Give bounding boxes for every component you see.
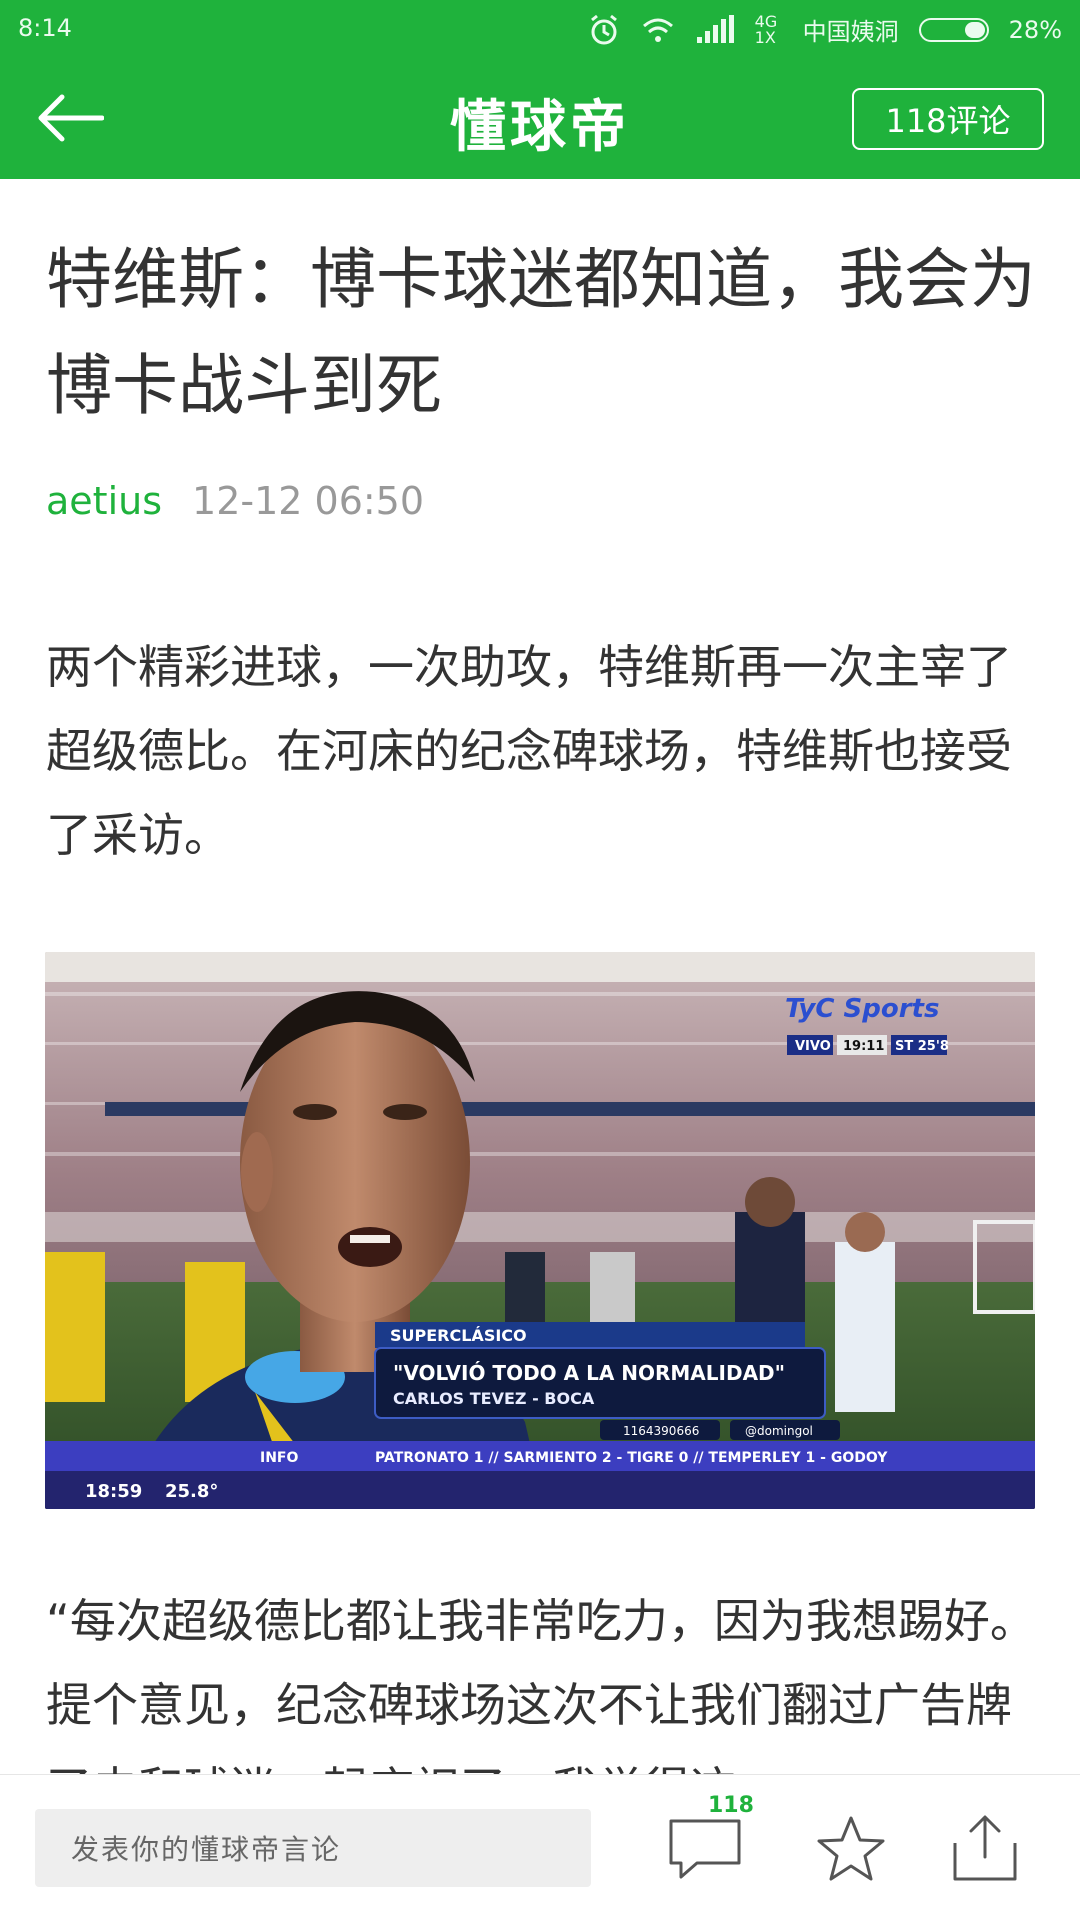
- live-time: 19:11: [843, 1039, 884, 1054]
- comment-input[interactable]: 发表你的懂球帝言论: [35, 1809, 591, 1887]
- overlay-subtitle: CARLOS TEVEZ - BOCA: [393, 1389, 595, 1408]
- share-button[interactable]: [940, 1803, 1030, 1893]
- top-bar: 8:14 4G 1X 中国姨洞 28% 懂球帝 118评论: [0, 0, 1080, 179]
- article-title: 特维斯：博卡球迷都知道，我会为博卡战斗到死: [46, 241, 1036, 424]
- comments-count-button[interactable]: 118评论: [852, 88, 1044, 150]
- ticker-label: INFO: [260, 1450, 298, 1466]
- alarm-icon: [590, 14, 617, 44]
- live-period: ST 25'8: [895, 1039, 949, 1054]
- author-link[interactable]: aetius: [46, 479, 162, 523]
- share-icon: [953, 1815, 1017, 1881]
- article-paragraph: 两个精彩进球，一次助攻，特维斯再一次主宰了超级德比。在河床的纪念碑球场，特维斯也…: [46, 640, 1012, 862]
- overlay-phone: 1164390666: [623, 1424, 699, 1438]
- photo-illustration: SUPERCLÁSICO "VOLVIÓ TODO A LA NORMALIDA…: [45, 952, 1035, 1509]
- star-icon: [817, 1816, 885, 1881]
- battery-icon: [918, 17, 989, 42]
- ticker-text: PATRONATO 1 // SARMIENTO 2 - TIGRE 0 // …: [375, 1450, 888, 1466]
- favorite-button[interactable]: [806, 1803, 896, 1893]
- signal-icon: [696, 14, 734, 43]
- live-label: VIVO: [795, 1039, 831, 1054]
- overlay-twitter: @domingol: [745, 1424, 813, 1438]
- carrier-label: 中国姨洞: [802, 18, 899, 46]
- status-time: 8:14: [18, 14, 72, 42]
- overlay-title: SUPERCLÁSICO: [390, 1326, 527, 1345]
- status-bar: 8:14 4G 1X 中国姨洞 28%: [0, 0, 1080, 58]
- battery-percent: 28%: [1008, 15, 1062, 44]
- article-meta: aetius 12-12 06:50: [46, 479, 424, 523]
- broadcast-temp: 25.8°: [165, 1481, 218, 1502]
- article-content: 特维斯：博卡球迷都知道，我会为博卡战斗到死 aetius 12-12 06:50…: [0, 179, 1080, 1774]
- network-type: 4G 1X: [754, 11, 778, 47]
- wifi-icon: [642, 18, 673, 42]
- broadcast-clock: 18:59: [85, 1481, 142, 1502]
- overlay-quote: "VOLVIÓ TODO A LA NORMALIDAD": [393, 1361, 785, 1385]
- article-photo[interactable]: SUPERCLÁSICO "VOLVIÓ TODO A LA NORMALIDA…: [45, 952, 1035, 1509]
- bottom-action-bar: 发表你的懂球帝言论 118: [0, 1774, 1080, 1920]
- status-icons: 4G 1X 中国姨洞 28%: [587, 12, 1062, 47]
- publish-time: 12-12 06:50: [192, 479, 425, 523]
- comment-count-badge: 118: [708, 1793, 754, 1818]
- broadcaster-logo: TyC Sports: [785, 994, 939, 1024]
- article-paragraph-2: “每次超级德比都让我非常吃力，因为我想踢好。提个意见，纪念碑球场这次不让我们翻过…: [46, 1594, 1036, 1774]
- nav-bar: 懂球帝 118评论: [0, 58, 1080, 179]
- speech-bubble-icon: [669, 1819, 741, 1879]
